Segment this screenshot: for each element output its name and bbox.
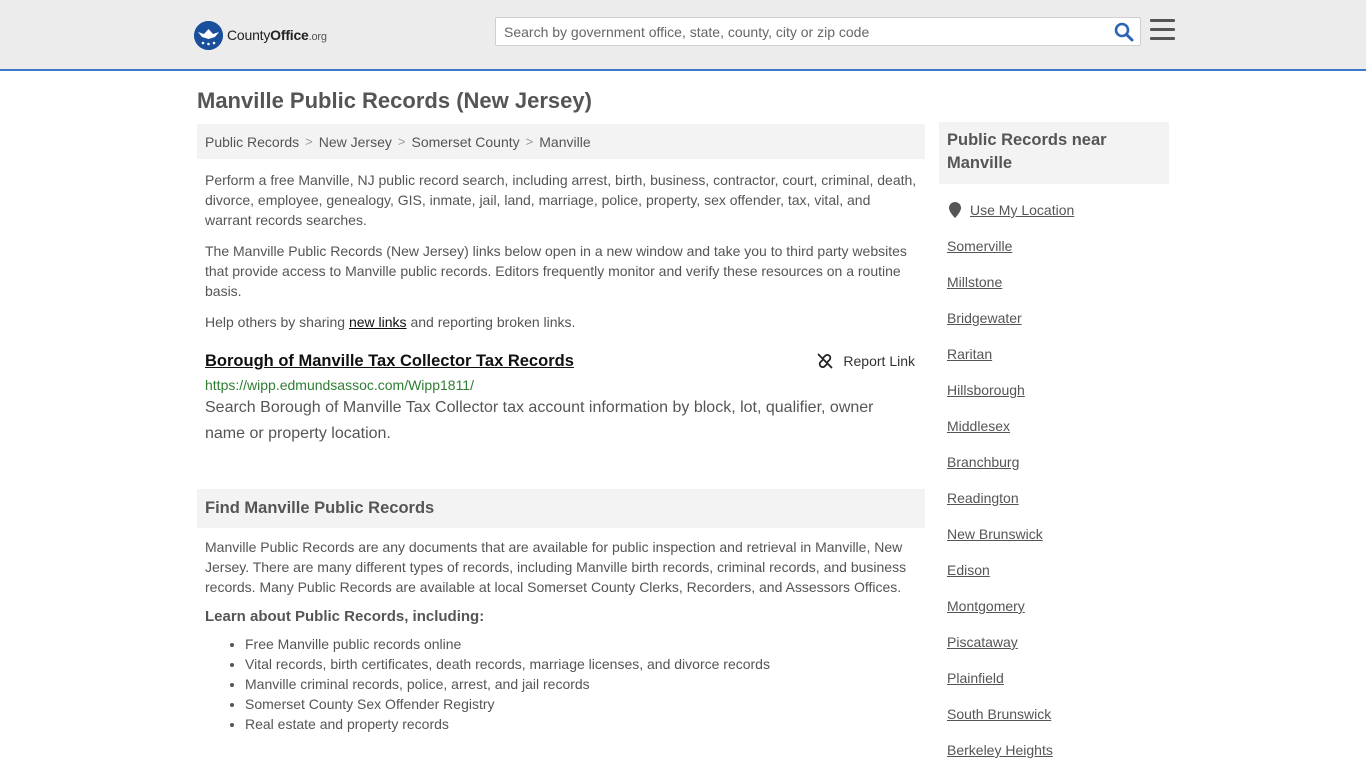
intro-paragraph-2: The Manville Public Records (New Jersey)…	[205, 243, 907, 299]
top-bar: CountyOffice.org	[0, 0, 1366, 71]
eagle-seal-icon	[194, 20, 223, 50]
sidebar-link[interactable]: Plainfield	[947, 670, 1004, 686]
sidebar-link[interactable]: Edison	[947, 562, 990, 578]
record-url-link[interactable]: https://wipp.edmundsassoc.com/Wipp1811/	[205, 377, 917, 393]
find-section-body: Manville Public Records are any document…	[197, 537, 925, 734]
sidebar-item-montgomery: Montgomery	[947, 588, 1161, 624]
sidebar-link[interactable]: Readington	[947, 490, 1019, 506]
sidebar: Public Records near Manville Use My Loca…	[939, 122, 1169, 768]
sidebar-link[interactable]: Hillsborough	[947, 382, 1025, 398]
intro-paragraph-3: Help others by sharing new links and rep…	[205, 314, 576, 330]
site-logo[interactable]: CountyOffice.org	[194, 20, 327, 50]
sidebar-link[interactable]: New Brunswick	[947, 526, 1043, 542]
breadcrumb-separator: >	[525, 134, 534, 149]
breadcrumb-manville[interactable]: Manville	[539, 134, 590, 150]
intro: Perform a free Manville, NJ public recor…	[197, 170, 925, 332]
learn-list: Free Manville public records online Vita…	[205, 634, 917, 734]
sidebar-item-middlesex: Middlesex	[947, 408, 1161, 444]
sidebar-item-piscataway: Piscataway	[947, 624, 1161, 660]
find-section-text: Manville Public Records are any document…	[205, 539, 907, 595]
list-item: Free Manville public records online	[245, 634, 917, 654]
search-input[interactable]	[496, 18, 1096, 45]
search-icon[interactable]	[1114, 22, 1134, 42]
sidebar-link[interactable]: Bridgewater	[947, 310, 1022, 326]
sidebar-item-bridgewater: Bridgewater	[947, 300, 1161, 336]
use-my-location-link[interactable]: Use My Location	[970, 202, 1074, 218]
sidebar-link[interactable]: Montgomery	[947, 598, 1025, 614]
use-location-item: Use My Location	[947, 192, 1161, 228]
find-section-heading: Find Manville Public Records	[197, 489, 925, 528]
page-title: Manville Public Records (New Jersey)	[197, 88, 592, 113]
hamburger-menu-icon[interactable]	[1150, 19, 1175, 41]
sidebar-item-edison: Edison	[947, 552, 1161, 588]
record-title-link[interactable]: Borough of Manville Tax Collector Tax Re…	[205, 352, 574, 371]
learn-heading: Learn about Public Records, including:	[205, 608, 485, 625]
intro-paragraph-1: Perform a free Manville, NJ public recor…	[205, 172, 917, 228]
sidebar-item-new-brunswick: New Brunswick	[947, 516, 1161, 552]
sidebar-item-millstone: Millstone	[947, 264, 1161, 300]
broken-link-icon	[818, 353, 833, 369]
sidebar-item-plainfield: Plainfield	[947, 660, 1161, 696]
logo-wordmark: CountyOffice.org	[227, 27, 327, 43]
list-item: Vital records, birth certificates, death…	[245, 654, 917, 674]
sidebar-item-branchburg: Branchburg	[947, 444, 1161, 480]
new-links-link[interactable]: new links	[349, 314, 407, 330]
sidebar-list: Use My Location Somerville Millstone Bri…	[939, 192, 1169, 768]
breadcrumb-separator: >	[397, 134, 406, 149]
record-description: Search Borough of Manville Tax Collector…	[205, 399, 874, 442]
sidebar-item-hillsborough: Hillsborough	[947, 372, 1161, 408]
breadcrumb-new-jersey[interactable]: New Jersey	[319, 134, 392, 150]
list-item: Real estate and property records	[245, 714, 917, 734]
main-content: Public Records > New Jersey > Somerset C…	[197, 124, 925, 734]
breadcrumb-separator: >	[305, 134, 313, 149]
list-item: Somerset County Sex Offender Registry	[245, 694, 917, 714]
sidebar-link[interactable]: Millstone	[947, 274, 1002, 290]
breadcrumb-somerset-county[interactable]: Somerset County	[411, 134, 519, 150]
breadcrumb-public-records[interactable]: Public Records	[205, 134, 299, 150]
sidebar-item-somerville: Somerville	[947, 228, 1161, 264]
sidebar-link[interactable]: South Brunswick	[947, 706, 1051, 722]
sidebar-link[interactable]: Somerville	[947, 238, 1012, 254]
search-box	[495, 17, 1141, 46]
sidebar-heading: Public Records near Manville	[939, 122, 1169, 184]
record-listing: Borough of Manville Tax Collector Tax Re…	[197, 352, 925, 447]
report-link-label: Report Link	[843, 353, 915, 369]
sidebar-item-readington: Readington	[947, 480, 1161, 516]
sidebar-item-raritan: Raritan	[947, 336, 1161, 372]
map-pin-icon	[949, 202, 961, 218]
sidebar-link[interactable]: Raritan	[947, 346, 992, 362]
sidebar-link[interactable]: Berkeley Heights	[947, 742, 1053, 758]
sidebar-link[interactable]: Piscataway	[947, 634, 1018, 650]
sidebar-link[interactable]: Middlesex	[947, 418, 1010, 434]
report-link-button[interactable]: Report Link	[817, 353, 915, 369]
sidebar-item-berkeley-heights: Berkeley Heights	[947, 732, 1161, 768]
sidebar-link[interactable]: Branchburg	[947, 454, 1019, 470]
breadcrumb: Public Records > New Jersey > Somerset C…	[197, 124, 925, 159]
sidebar-item-south-brunswick: South Brunswick	[947, 696, 1161, 732]
list-item: Manville criminal records, police, arres…	[245, 674, 917, 694]
